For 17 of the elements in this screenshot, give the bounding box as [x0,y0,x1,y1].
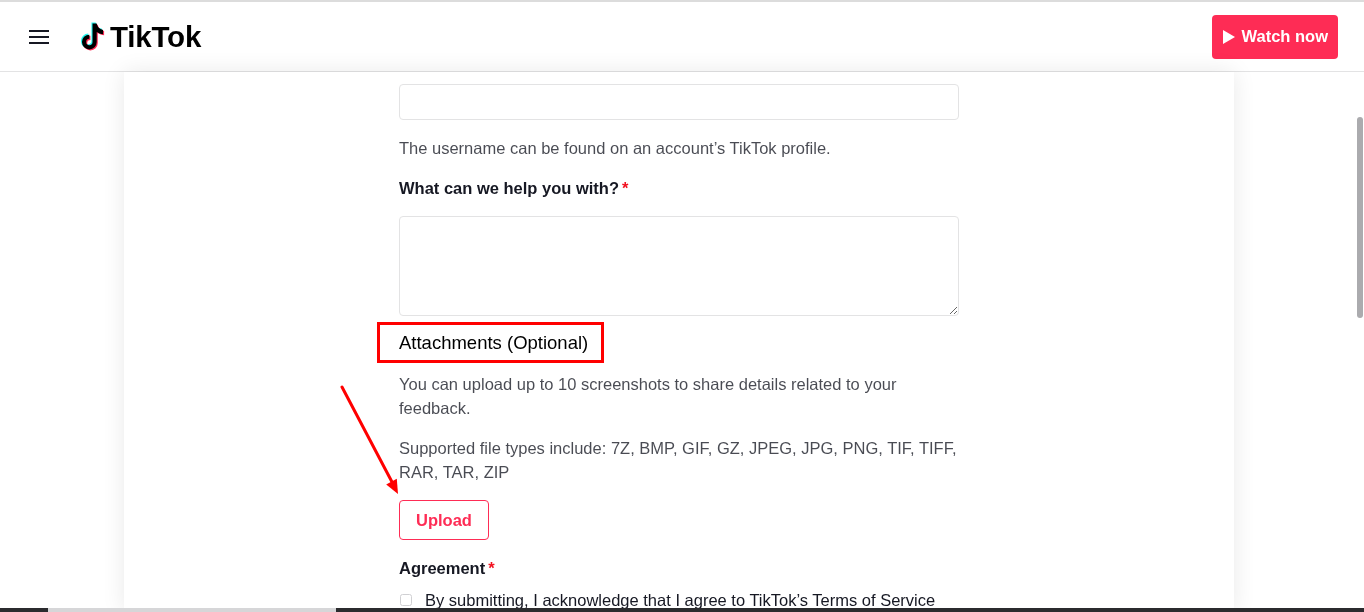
help-text: The username can be found on an account’s TikTok profile. [399,138,832,159]
watch-now-button[interactable]: Watch now [1211,14,1338,59]
play-icon [1222,29,1235,44]
message-textarea-field[interactable] [399,216,959,316]
username-input-field[interactable] [399,84,959,120]
checkbox-label: By submitting, I acknowledge that I agree to TikTok’s Terms of Service [425,592,936,608]
field-label: Agreement * [399,558,496,579]
section-heading: Attachments (Optional) [399,331,589,355]
logo-wordmark[interactable]: TikTok [110,19,202,54]
music-note-logo-icon[interactable] [80,22,105,51]
description-text: Supported file types include: 7Z, BMP, GIF, GZ, JPEG, JPG, PNG, TIF, TIFF, RAR, TAR, ZIP [399,438,958,483]
upload-button[interactable]: Upload [399,500,489,540]
description-text: You can upload up to 10 screenshots to share details related to your feedback. [399,374,898,419]
agreement-checkbox[interactable] [400,594,412,606]
scrollbar-thumb[interactable] [1357,117,1363,318]
field-label: What can we help you with? * [399,178,630,199]
menu-icon[interactable] [29,28,49,45]
